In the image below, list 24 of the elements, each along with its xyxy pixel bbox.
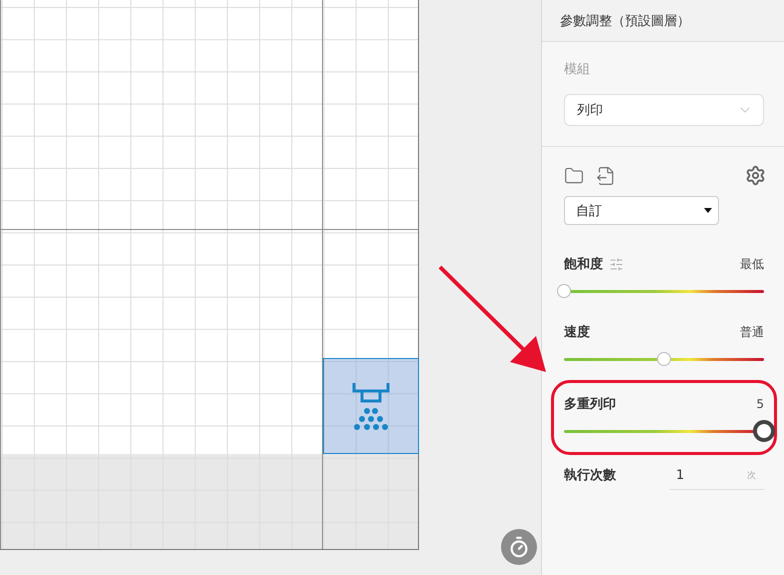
slider-reading: 普通 <box>740 324 764 340</box>
folder-icon[interactable] <box>564 166 584 186</box>
run-count-label: 執行次數 <box>564 467 616 484</box>
module-select[interactable]: 列印 <box>564 94 764 126</box>
slider-label: 多重列印 <box>564 396 616 413</box>
slider-thumb[interactable] <box>753 420 775 442</box>
slider-thumb[interactable] <box>657 352 671 366</box>
selected-tile[interactable] <box>323 358 419 454</box>
run-count-field[interactable]: 1 次 <box>670 468 764 490</box>
slider-label: 速度 <box>564 324 590 341</box>
tune-icon[interactable] <box>609 256 624 272</box>
preset-select[interactable]: 自訂 <box>564 196 719 225</box>
slider-reading: 最低 <box>740 256 764 272</box>
nozzle-icon <box>352 381 390 431</box>
slider-label: 飽和度 <box>564 256 603 273</box>
settings-icon[interactable] <box>745 165 766 186</box>
panel-title: 參數調整（預設圖層） <box>542 0 784 42</box>
slider-reading: 5 <box>756 397 764 411</box>
unit-label: 次 <box>747 470 756 482</box>
slider-thumb[interactable] <box>557 284 571 298</box>
file-export-icon[interactable] <box>596 166 616 186</box>
timer-button[interactable] <box>501 529 537 565</box>
module-label: 模組 <box>564 61 591 78</box>
stopwatch-icon <box>508 536 530 558</box>
